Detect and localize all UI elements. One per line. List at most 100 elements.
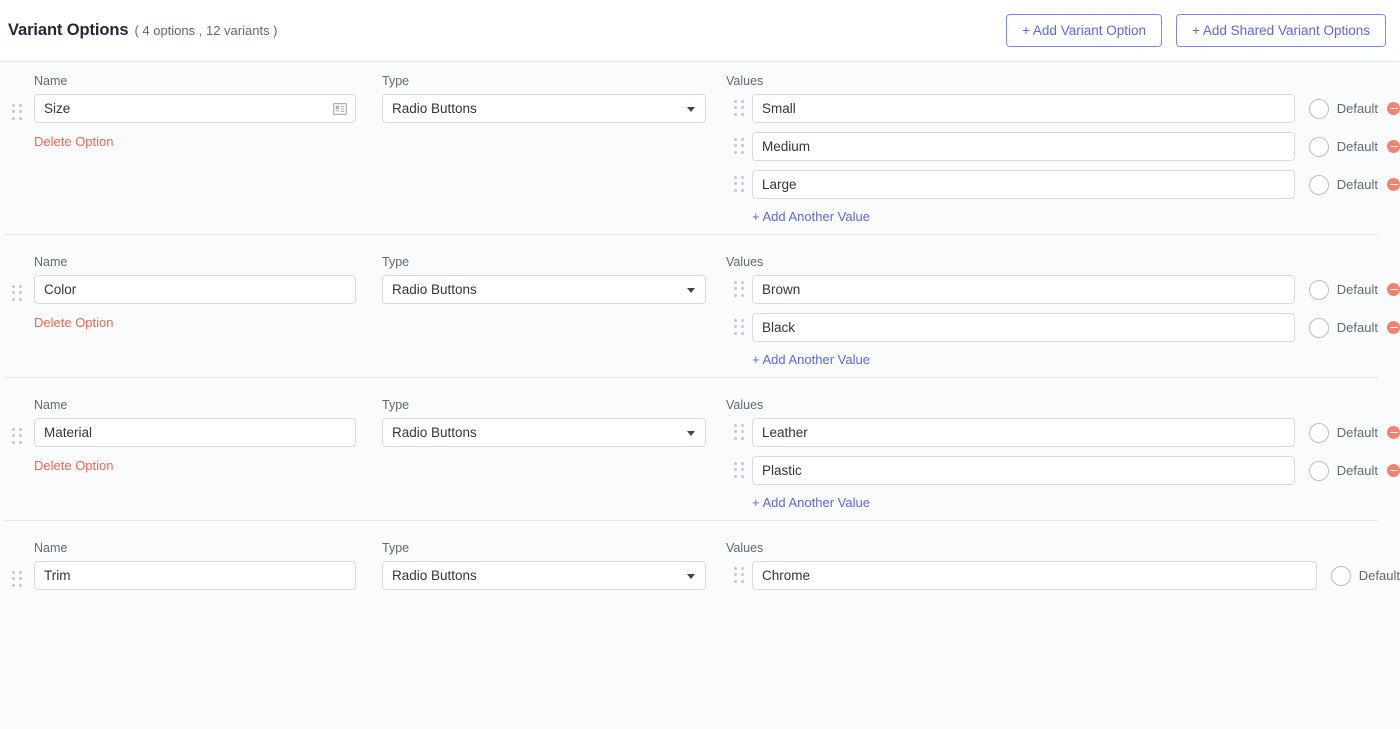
value-drag-handle-cell [726, 319, 752, 336]
values-field-label: Values [726, 541, 764, 555]
option-type-value: Radio Buttons [392, 425, 477, 440]
option-value-input[interactable]: Medium [752, 132, 1295, 161]
option-type-value: Radio Buttons [392, 282, 477, 297]
chevron-down-icon [687, 106, 695, 112]
default-label: Default [1336, 463, 1378, 478]
default-radio[interactable] [1308, 98, 1329, 119]
option-drag-handle-cell [0, 398, 34, 445]
option-value-input[interactable]: Black [752, 313, 1295, 342]
option-type-select[interactable]: Radio Buttons [382, 94, 706, 123]
add-variant-option-button[interactable]: + Add Variant Option [1006, 14, 1162, 47]
variant-option-row: Name Size Delete Option Type Radio Buttons Va… [0, 72, 1400, 224]
delete-option-link[interactable]: Delete Option [34, 458, 114, 473]
value-drag-handle-cell [726, 462, 752, 479]
option-name-value: Material [44, 424, 93, 440]
default-radio[interactable] [1308, 174, 1329, 195]
value-drag-handle[interactable] [733, 100, 745, 117]
page-title-group: Variant Options ( 4 options , 12 variant… [8, 21, 278, 40]
variant-option-section: Name Material Delete Option Type Radio Butto… [0, 367, 1400, 510]
default-label: Default [1336, 320, 1378, 335]
option-drag-handle[interactable] [11, 285, 23, 302]
value-drag-handle-cell [726, 281, 752, 298]
add-another-value-link[interactable]: + Add Another Value [752, 495, 870, 510]
option-type-select[interactable]: Radio Buttons [382, 418, 706, 447]
option-value-text: Chrome [762, 567, 811, 583]
option-name-input[interactable]: Material [34, 418, 356, 447]
option-value-row: Chrome Default [726, 561, 1400, 590]
default-radio[interactable] [1330, 565, 1351, 586]
option-type-column: Type Radio Buttons [382, 74, 706, 123]
option-drag-handle[interactable] [11, 428, 23, 445]
remove-value-icon[interactable] [1387, 102, 1400, 115]
delete-option-link[interactable]: Delete Option [34, 315, 114, 330]
option-drag-handle[interactable] [11, 104, 23, 121]
values-field-label: Values [726, 398, 764, 412]
type-field-label: Type [382, 255, 410, 269]
delete-option-link[interactable]: Delete Option [34, 134, 114, 149]
type-field-label: Type [382, 541, 410, 555]
remove-value-icon[interactable] [1387, 426, 1400, 439]
option-value-input[interactable]: Brown [752, 275, 1295, 304]
option-value-input[interactable]: Small [752, 94, 1295, 123]
option-value-text: Medium [762, 138, 811, 154]
option-drag-handle[interactable] [11, 571, 23, 588]
chevron-down-icon [687, 287, 695, 293]
option-value-row: Brown Default [726, 275, 1400, 304]
default-radio[interactable] [1308, 460, 1329, 481]
remove-value-icon[interactable] [1387, 283, 1400, 296]
name-field-label: Name [34, 255, 68, 269]
option-type-select[interactable]: Radio Buttons [382, 275, 706, 304]
variant-option-section: Name Trim Type Radio Buttons Values Chrome Def… [0, 510, 1400, 599]
value-drag-handle[interactable] [733, 319, 745, 336]
option-value-input[interactable]: Leather [752, 418, 1295, 447]
default-radio[interactable] [1308, 279, 1329, 300]
value-drag-handle[interactable] [733, 281, 745, 298]
remove-value-icon[interactable] [1387, 140, 1400, 153]
values-field-label: Values [726, 74, 764, 88]
remove-value-icon[interactable] [1387, 321, 1400, 334]
option-name-column: Name Size Delete Option [34, 74, 356, 149]
value-drag-handle[interactable] [733, 176, 745, 193]
option-value-row: Leather Default [726, 418, 1400, 447]
option-value-text: Leather [762, 424, 808, 440]
default-radio[interactable] [1308, 136, 1329, 157]
add-another-value-link[interactable]: + Add Another Value [752, 209, 870, 224]
option-drag-handle-cell [0, 74, 34, 121]
option-type-column: Type Radio Buttons [382, 541, 706, 590]
default-radio[interactable] [1308, 317, 1329, 338]
option-name-input[interactable]: Size [34, 94, 356, 123]
name-field-label: Name [34, 398, 68, 412]
value-drag-handle-cell [726, 424, 752, 441]
option-name-column: Name Trim [34, 541, 356, 590]
option-name-input[interactable]: Color [34, 275, 356, 304]
option-values-column: Values Brown Default Black Default + Add Anot… [726, 255, 1400, 367]
default-radio[interactable] [1308, 422, 1329, 443]
value-drag-handle[interactable] [733, 424, 745, 441]
option-name-column: Name Color Delete Option [34, 255, 356, 330]
value-drag-handle[interactable] [733, 567, 745, 584]
default-label: Default [1336, 282, 1378, 297]
default-label: Default [1358, 568, 1400, 583]
option-value-input[interactable]: Plastic [752, 456, 1295, 485]
remove-value-icon[interactable] [1387, 178, 1400, 191]
value-drag-handle[interactable] [733, 138, 745, 155]
chevron-down-icon [687, 573, 695, 579]
value-drag-handle[interactable] [733, 462, 745, 479]
variant-option-row: Name Color Delete Option Type Radio Buttons V… [0, 235, 1400, 367]
add-shared-variant-options-button[interactable]: + Add Shared Variant Options [1176, 14, 1386, 47]
add-another-value-link[interactable]: + Add Another Value [752, 352, 870, 367]
page-title: Variant Options [8, 21, 129, 39]
variant-option-section: Name Size Delete Option Type Radio Buttons Va… [0, 62, 1400, 224]
option-value-input[interactable]: Chrome [752, 561, 1317, 590]
option-type-select[interactable]: Radio Buttons [382, 561, 706, 590]
option-values-column: Values Leather Default Plastic Default + Add … [726, 398, 1400, 510]
option-type-column: Type Radio Buttons [382, 398, 706, 447]
value-drag-handle-cell [726, 100, 752, 117]
option-value-input[interactable]: Large [752, 170, 1295, 199]
variant-option-row: Name Material Delete Option Type Radio Butto… [0, 378, 1400, 510]
remove-value-icon[interactable] [1387, 464, 1400, 477]
default-label: Default [1336, 425, 1378, 440]
variant-option-section: Name Color Delete Option Type Radio Buttons V… [0, 224, 1400, 367]
chevron-down-icon [687, 430, 695, 436]
option-name-input[interactable]: Trim [34, 561, 356, 590]
